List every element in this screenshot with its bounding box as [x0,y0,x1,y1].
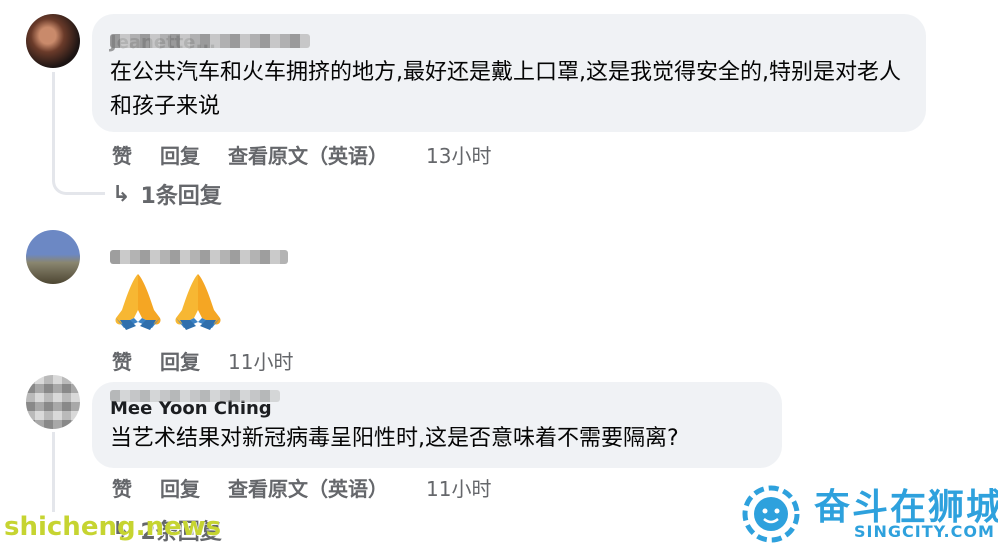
comment-actions: 赞 回复 查看原文（英语） 13小时 [112,140,491,169]
timestamp[interactable]: 11小时 [426,473,491,502]
thread-connector [52,150,105,195]
reply-button[interactable]: 回复 [160,140,200,169]
lion-logo-icon [742,485,800,543]
timestamp[interactable]: 13小时 [426,140,491,169]
comment-text: 在公共汽车和火车拥挤的地方,最好还是戴上口罩,这是我觉得安全的,特别是对老人和孩… [110,60,901,119]
like-button[interactable]: 赞 [112,140,132,169]
brand-name-en: SINGCITY.COM [854,522,995,541]
replies-count: 1条回复 [140,184,222,209]
comment-actions: 赞 回复 11小时 [112,346,293,375]
comment-bubble: Jeanette... 在公共汽车和火车拥挤的地方,最好还是戴上口罩,这是我觉得… [92,14,926,132]
view-original-button[interactable]: 查看原文（英语） [228,140,388,169]
avatar[interactable] [26,230,80,284]
folded-hands-icon [115,274,161,330]
emoji-content [110,270,230,332]
folded-hands-icon [175,274,221,330]
reply-button[interactable]: 回复 [160,346,200,375]
reply-arrow-icon: ↳ [112,181,131,207]
author-name-blur [110,34,310,48]
avatar[interactable] [26,14,80,68]
timestamp[interactable]: 11小时 [228,346,293,375]
avatar[interactable] [26,375,80,429]
comment-bubble: Mee Yoon Ching 当艺术结果对新冠病毒呈阳性时,这是否意味着不需要隔… [92,382,782,468]
comment-text: 当艺术结果对新冠病毒呈阳性时,这是否意味着不需要隔离? [110,426,679,451]
comment-actions: 赞 回复 查看原文（英语） 11小时 [112,473,491,502]
reply-button[interactable]: 回复 [160,473,200,502]
watermark-text: shicheng.news [4,512,222,542]
like-button[interactable]: 赞 [112,473,132,502]
author-name-blur[interactable] [110,250,288,264]
view-replies-link[interactable]: ↳ 1条回复 [112,178,222,210]
author-name-blur [110,390,280,402]
like-button[interactable]: 赞 [112,346,132,375]
view-original-button[interactable]: 查看原文（英语） [228,473,388,502]
thread-line [52,432,55,512]
